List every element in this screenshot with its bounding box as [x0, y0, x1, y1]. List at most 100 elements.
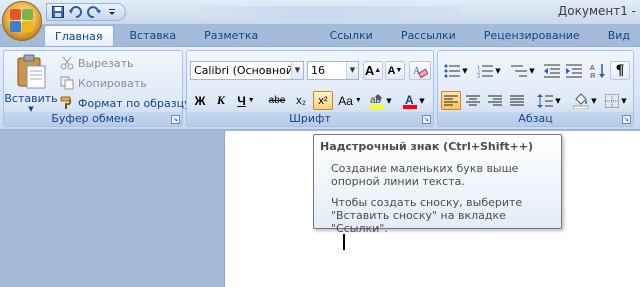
bullets-button[interactable]: ▼: [441, 61, 471, 80]
increase-indent-icon: [566, 64, 582, 77]
copy-icon: [60, 76, 74, 90]
multilevel-list-icon: [511, 65, 528, 76]
svg-text:Я: Я: [590, 73, 595, 79]
decrease-indent-button[interactable]: [542, 61, 562, 80]
clipboard-launcher-icon[interactable]: ↘: [171, 115, 180, 124]
font-color-icon: A: [403, 93, 418, 109]
decrease-indent-icon: [544, 64, 560, 77]
format-painter-label: Формат по образцу: [78, 96, 191, 110]
shading-button[interactable]: ▼: [570, 91, 600, 110]
tooltip-title: Надстрочный знак (Ctrl+Shift++): [320, 140, 533, 153]
tab-references[interactable]: Ссылки: [320, 25, 383, 47]
tab-mailings[interactable]: Рассылки: [391, 25, 466, 47]
highlighter-icon: ab: [370, 93, 385, 109]
strikethrough-button[interactable]: abe: [265, 91, 289, 110]
borders-button[interactable]: ▼: [602, 91, 630, 110]
tooltip-description: Создание маленьких букв выше опорной лин…: [331, 162, 519, 188]
tab-home[interactable]: Главная: [44, 25, 114, 47]
cut-label: Вырезать: [78, 56, 134, 70]
font-size-combo[interactable]: 16 ▼: [307, 61, 359, 80]
paragraph-group: ▼ 123 ▼ ▼ AЯ ¶ ▼ ▼ ▼ Абзац ↘: [437, 50, 634, 127]
copy-label: Копировать: [78, 76, 147, 90]
align-center-button[interactable]: [463, 91, 483, 110]
numbered-list-icon: 123: [477, 65, 494, 78]
quick-access-toolbar: [46, 3, 126, 21]
subscript-button[interactable]: x₂: [291, 91, 311, 110]
tab-view[interactable]: Вид: [598, 25, 640, 47]
tab-page-layout[interactable]: Разметка страницы: [194, 25, 311, 64]
paste-label: Вставить: [4, 92, 58, 105]
justify-icon: [510, 95, 524, 105]
underline-label: Ч: [237, 93, 246, 108]
show-marks-button[interactable]: ¶: [610, 61, 630, 80]
align-center-icon: [466, 95, 480, 105]
window-title: Документ1 -: [557, 4, 636, 18]
office-button[interactable]: [2, 1, 42, 41]
justify-button[interactable]: [507, 91, 527, 110]
copy-button[interactable]: Копировать: [60, 74, 147, 92]
font-group: Calibri (Основной те ▼ 16 ▼ A▲ A▼ A Ж К …: [186, 50, 434, 127]
redo-icon[interactable]: [87, 5, 101, 19]
increase-indent-button[interactable]: [564, 61, 584, 80]
font-launcher-icon[interactable]: ↘: [422, 115, 431, 124]
svg-text:3: 3: [477, 74, 480, 78]
paragraph-launcher-icon[interactable]: ↘: [622, 115, 631, 124]
office-logo-icon: [10, 9, 34, 33]
font-name-value: Calibri (Основной те: [194, 64, 291, 77]
multilevel-list-button[interactable]: ▼: [508, 61, 538, 80]
clipboard-group-label: Буфер обмена: [4, 112, 182, 126]
paragraph-group-label: Абзац: [438, 112, 633, 126]
tooltip-body: Создание маленьких букв выше опорной лин…: [331, 162, 555, 235]
underline-button[interactable]: Ч ▼: [233, 91, 259, 110]
tab-insert[interactable]: Вставка: [120, 25, 187, 47]
clipboard-group: Вставить ▼ Вырезать Копировать Формат по…: [3, 50, 191, 127]
change-case-button[interactable]: Aa ▼: [337, 91, 363, 110]
save-icon[interactable]: [51, 5, 65, 19]
highlight-button[interactable]: ab ▼: [367, 91, 395, 110]
superscript-button[interactable]: x²: [313, 91, 333, 110]
chevron-down-icon[interactable]: ▼: [291, 62, 303, 79]
ribbon: Вставить ▼ Вырезать Копировать Формат по…: [0, 46, 640, 130]
title-blur: [200, 6, 460, 18]
shrink-font-button[interactable]: A ▼: [385, 61, 405, 80]
undo-icon[interactable]: [69, 5, 83, 19]
italic-button[interactable]: К: [211, 91, 231, 110]
clear-formatting-button[interactable]: A: [409, 61, 431, 80]
font-name-combo[interactable]: Calibri (Основной те ▼: [190, 61, 304, 80]
bold-button[interactable]: Ж: [190, 91, 210, 110]
scissors-icon: [60, 56, 74, 70]
paintbrush-icon: [60, 96, 71, 109]
grow-font-button[interactable]: A ▲: [363, 61, 383, 80]
sort-button[interactable]: AЯ: [588, 61, 608, 80]
tab-review[interactable]: Рецензирование: [474, 25, 590, 47]
superscript-tooltip: Надстрочный знак (Ctrl+Shift++) Создание…: [313, 134, 562, 235]
title-bar: Документ1 -: [0, 0, 640, 24]
align-right-button[interactable]: [485, 91, 505, 110]
shrink-font-label: A: [387, 64, 396, 77]
numbering-button[interactable]: 123 ▼: [474, 61, 504, 80]
align-right-icon: [488, 95, 502, 105]
ribbon-tabs: Главная Вставка Разметка страницы Ссылки…: [44, 25, 640, 64]
format-painter-button[interactable]: Формат по образцу: [60, 94, 191, 112]
font-group-label: Шрифт: [187, 112, 433, 126]
paint-bucket-icon: [573, 92, 590, 109]
align-left-icon: [444, 95, 458, 105]
tooltip-hint: Чтобы создать сноску, выберите "Вставить…: [331, 196, 523, 235]
cut-button[interactable]: Вырезать: [60, 54, 133, 72]
grow-font-label: A: [364, 63, 375, 78]
align-left-button[interactable]: [441, 91, 461, 110]
svg-text:A: A: [590, 65, 595, 72]
line-spacing-button[interactable]: ▼: [534, 91, 564, 110]
sort-icon: AЯ: [590, 63, 605, 79]
eraser-icon: A: [413, 66, 428, 78]
bullet-list-icon: [444, 64, 461, 77]
text-cursor: [343, 234, 345, 250]
paste-icon: [17, 54, 46, 89]
line-spacing-icon: [537, 93, 554, 108]
font-color-button[interactable]: A ▼: [399, 91, 429, 110]
borders-icon: [605, 93, 620, 108]
customize-icon[interactable]: [105, 5, 119, 19]
chevron-down-icon[interactable]: ▼: [346, 62, 358, 79]
paste-button[interactable]: Вставить ▼: [4, 54, 58, 113]
font-size-value: 16: [311, 64, 325, 77]
